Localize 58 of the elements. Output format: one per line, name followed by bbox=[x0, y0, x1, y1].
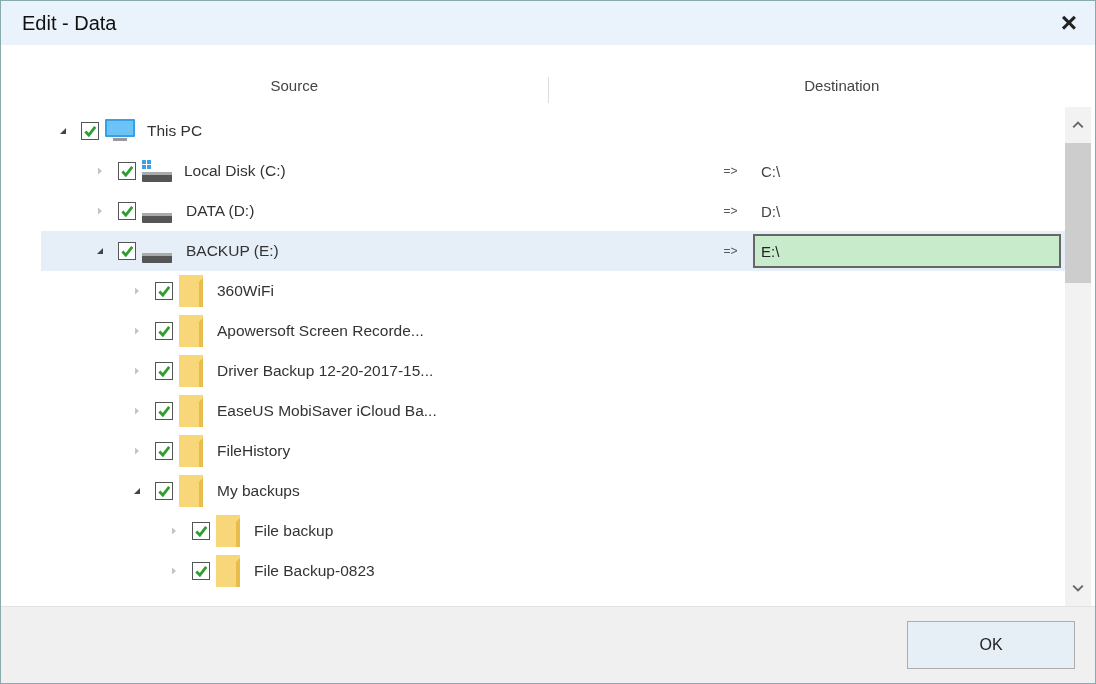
tree-item-label: EaseUS MobiSaver iCloud Ba... bbox=[217, 402, 437, 420]
tree-row[interactable]: This PC bbox=[41, 111, 1065, 151]
checkbox[interactable] bbox=[155, 362, 173, 380]
column-header[interactable]: Source bbox=[1, 77, 549, 103]
checkbox[interactable] bbox=[192, 562, 210, 580]
tree-row[interactable]: FileHistory bbox=[41, 431, 1065, 471]
window-title: Edit - Data bbox=[22, 11, 117, 35]
scroll-down-icon[interactable] bbox=[1072, 584, 1084, 592]
tree-item-label: DATA (D:) bbox=[186, 202, 255, 220]
tree-row[interactable]: DATA (D:) => D:\ bbox=[41, 191, 1065, 231]
checkbox[interactable] bbox=[155, 482, 173, 500]
tree-item-label: File backup bbox=[254, 522, 334, 540]
drive-icon bbox=[140, 158, 174, 184]
scrollbar-thumb[interactable] bbox=[1065, 143, 1091, 283]
drive-icon bbox=[142, 213, 172, 223]
ok-button[interactable]: OK bbox=[907, 621, 1075, 669]
column-header[interactable]: Destination bbox=[548, 77, 1095, 103]
drive-icon bbox=[142, 253, 172, 263]
collapse-icon[interactable] bbox=[96, 247, 104, 255]
tree-item-label: FileHistory bbox=[217, 442, 291, 460]
checkbox[interactable] bbox=[118, 202, 136, 220]
checkbox[interactable] bbox=[192, 522, 210, 540]
destination-input[interactable]: E:\ bbox=[753, 234, 1061, 268]
checkbox[interactable] bbox=[155, 402, 173, 420]
tree-row[interactable]: Apowersoft Screen Recorde... bbox=[41, 311, 1065, 351]
scroll-up-icon[interactable] bbox=[1072, 121, 1084, 129]
tree-item-label: Driver Backup 12-20-2017-15... bbox=[217, 362, 434, 380]
tree-row[interactable]: Driver Backup 12-20-2017-15... bbox=[41, 351, 1065, 391]
mapping-arrow: => bbox=[722, 244, 739, 258]
checkbox[interactable] bbox=[118, 162, 136, 180]
checkbox[interactable] bbox=[81, 122, 99, 140]
close-button[interactable]: × bbox=[1054, 9, 1083, 37]
monitor-icon bbox=[103, 118, 137, 144]
tree-item-label: BACKUP (E:) bbox=[186, 242, 279, 260]
tree-item-label: File Backup-0823 bbox=[254, 562, 375, 580]
tree-row[interactable]: File backup bbox=[41, 511, 1065, 551]
tree-item-label: Local Disk (C:) bbox=[184, 162, 286, 180]
destination-path: C:\ bbox=[761, 162, 781, 180]
tree-row[interactable]: My backups bbox=[41, 471, 1065, 511]
checkbox[interactable] bbox=[155, 282, 173, 300]
tree-row[interactable]: 360WiFi bbox=[41, 271, 1065, 311]
tree-item-label: 360WiFi bbox=[217, 282, 274, 300]
collapse-icon[interactable] bbox=[59, 127, 67, 135]
tree-item-label: This PC bbox=[147, 122, 203, 140]
mapping-arrow: => bbox=[722, 164, 739, 178]
scrollbar[interactable] bbox=[1065, 107, 1091, 606]
checkbox[interactable] bbox=[155, 442, 173, 460]
mapping-arrow: => bbox=[722, 204, 739, 218]
destination-path: D:\ bbox=[761, 202, 781, 220]
tree-row[interactable]: BACKUP (E:) => E:\ bbox=[41, 231, 1065, 271]
tree-row[interactable]: File Backup-0823 bbox=[41, 551, 1065, 591]
tree-row[interactable]: EaseUS MobiSaver iCloud Ba... bbox=[41, 391, 1065, 431]
checkbox[interactable] bbox=[155, 322, 173, 340]
checkbox[interactable] bbox=[118, 242, 136, 260]
tree-item-label: My backups bbox=[217, 482, 300, 500]
tree-row[interactable]: Local Disk (C:) => C:\ bbox=[41, 151, 1065, 191]
tree-item-label: Apowersoft Screen Recorde... bbox=[217, 322, 424, 340]
collapse-icon[interactable] bbox=[133, 487, 141, 495]
